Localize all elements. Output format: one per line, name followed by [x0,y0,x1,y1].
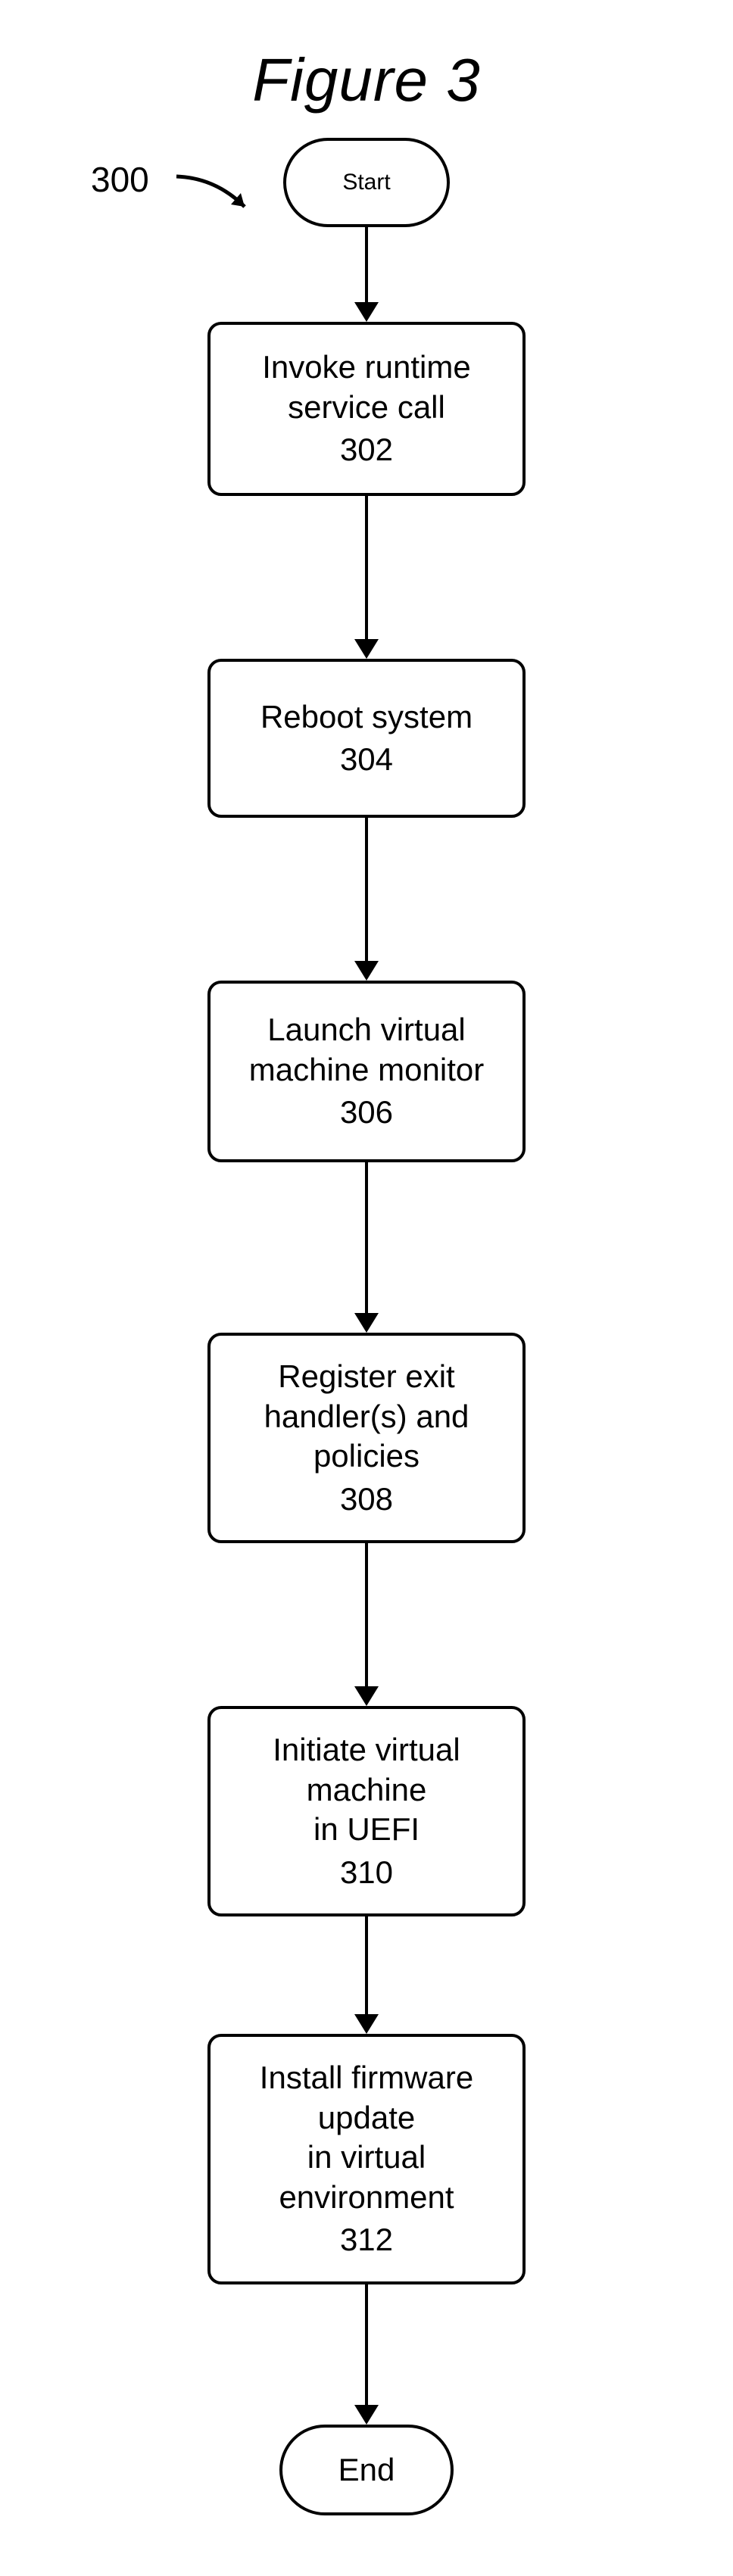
arrowhead-icon [354,1313,379,1333]
arrowhead-icon [354,2405,379,2425]
connector-arrow [354,1916,379,2034]
connector-arrow [354,1162,379,1333]
arrowhead-icon [354,2014,379,2034]
process-id: 310 [340,1853,393,1893]
figure-page: Figure 3 300 Start Invoke runtime servic… [0,0,733,2576]
connector-shaft [365,1543,368,1687]
connector-arrow [354,2284,379,2425]
process-id: 312 [340,2220,393,2260]
figure-ref-number: 300 [91,159,149,200]
connector-arrow [354,818,379,981]
process-id: 306 [340,1093,393,1133]
start-label: Start [342,170,390,195]
ref-arrow-icon [170,170,261,223]
arrowhead-icon [354,302,379,322]
connector-shaft [365,818,368,962]
connector-arrow [354,496,379,659]
process-step: Initiate virtual machine in UEFI 310 [207,1706,526,1916]
connector-shaft [365,227,368,303]
connector-arrow [354,227,379,322]
arrowhead-icon [354,1686,379,1706]
process-text: Register exit handler(s) and policies [233,1357,500,1477]
process-step: Launch virtual machine monitor 306 [207,981,526,1162]
process-step: Reboot system 304 [207,659,526,818]
flowchart-column: Start Invoke runtime service call 302 Re… [0,138,733,2515]
figure-title: Figure 3 [0,45,733,115]
arrowhead-icon [354,961,379,981]
process-id: 308 [340,1480,393,1520]
connector-shaft [365,2284,368,2406]
connector-shaft [365,1162,368,1314]
process-step: Invoke runtime service call 302 [207,322,526,496]
process-text: Reboot system [260,697,473,738]
end-terminator: End [279,2425,454,2515]
connector-shaft [365,496,368,640]
start-terminator: Start [283,138,450,227]
connector-shaft [365,1916,368,2015]
end-label: End [338,2452,395,2488]
process-text: Launch virtual machine monitor [249,1010,484,1090]
process-step: Register exit handler(s) and policies 30… [207,1333,526,1543]
process-id: 302 [340,430,393,470]
process-text: Install firmware update in virtual envir… [233,2058,500,2217]
arrowhead-icon [354,639,379,659]
process-id: 304 [340,740,393,780]
process-text: Invoke runtime service call [262,348,470,427]
process-step: Install firmware update in virtual envir… [207,2034,526,2284]
connector-arrow [354,1543,379,1706]
process-text: Initiate virtual machine in UEFI [233,1730,500,1850]
